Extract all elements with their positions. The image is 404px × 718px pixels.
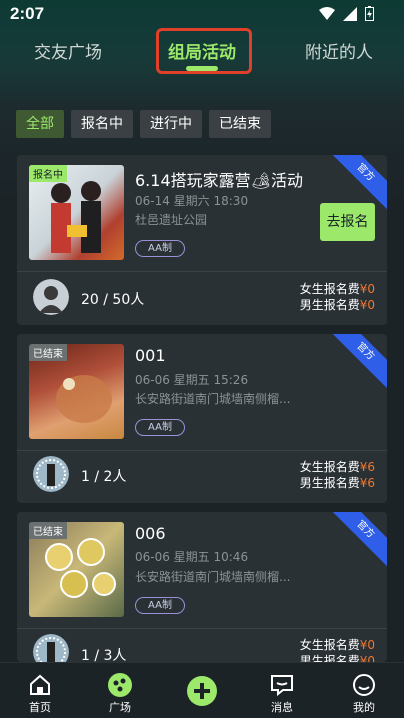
nav-messages[interactable]: 消息 (252, 671, 312, 715)
nav-messages-label: 消息 (271, 701, 293, 714)
status-badge: 已结束 (29, 522, 67, 539)
official-ribbon: 官方 (322, 512, 387, 573)
activity-thumbnail: 已结束 (29, 522, 124, 617)
nav-profile[interactable]: 我的 (334, 671, 394, 715)
status-badge: 报名中 (29, 165, 67, 182)
home-icon (30, 674, 50, 695)
wifi-icon (319, 6, 335, 20)
female-fee-label: 女生报名费 (299, 282, 360, 296)
male-fee-label: 男生报名费 (299, 654, 360, 662)
male-fee-label: 男生报名费 (299, 476, 360, 490)
activity-datetime: 06-06 星期五 15:26 (135, 373, 249, 387)
participant-count: 20 / 50人 (81, 292, 145, 308)
activity-location: 长安路街道南门城墙南侧榴... (135, 392, 291, 406)
filter-signing-up[interactable]: 报名中 (71, 110, 133, 138)
battery-icon (365, 6, 374, 21)
active-tab-underline (186, 66, 218, 71)
status-time: 2:07 (10, 4, 45, 23)
activity-location: 长安路街道南门城墙南侧榴... (135, 570, 291, 584)
card-divider (17, 628, 387, 629)
official-ribbon: 官方 (322, 334, 387, 395)
activity-card[interactable]: 已结束 官方 006 06-06 星期五 10:46 长安路街道南门城墙南侧榴.… (17, 512, 387, 662)
tab-nearby-people[interactable]: 附近的人 (305, 38, 373, 63)
filter-all[interactable]: 全部 (16, 110, 64, 138)
filter-in-progress[interactable]: 进行中 (140, 110, 202, 138)
nav-square-label: 广场 (109, 701, 131, 714)
avatar (33, 279, 69, 315)
participant-count: 1 / 3人 (81, 648, 127, 662)
nav-create[interactable] (172, 671, 232, 711)
avatar (33, 456, 69, 492)
signal-icon (343, 6, 357, 21)
activity-title: 6.14搭玩家露营🏕活动 (135, 171, 303, 190)
activity-thumbnail: 已结束 (29, 344, 124, 439)
activity-card[interactable]: 已结束 官方 001 06-06 星期五 15:26 长安路街道南门城墙南侧榴.… (17, 334, 387, 503)
activity-datetime: 06-14 星期六 18:30 (135, 194, 249, 208)
female-fee-value: ¥6 (359, 460, 375, 474)
female-fee-label: 女生报名费 (299, 638, 360, 652)
payment-tag: AA制 (135, 419, 185, 436)
male-fee-value: ¥0 (359, 654, 375, 662)
male-fee-value: ¥6 (359, 476, 375, 490)
card-divider (17, 450, 387, 451)
activity-location: 杜邑遗址公园 (135, 213, 208, 227)
nav-home-label: 首页 (29, 701, 51, 714)
tab-friends-square[interactable]: 交友广场 (34, 38, 102, 63)
status-badge: 已结束 (29, 344, 67, 361)
plus-icon (187, 676, 217, 706)
profile-icon (353, 674, 375, 696)
avatar (33, 634, 69, 662)
join-button[interactable]: 去报名 (320, 203, 375, 241)
card-divider (17, 271, 387, 272)
bottom-nav: 首页 广场 消息 我的 (0, 662, 404, 718)
nav-home[interactable]: 首页 (10, 671, 70, 715)
male-fee-label: 男生报名费 (299, 298, 360, 312)
fee-info: 女生报名费¥0 男生报名费¥0 (300, 637, 375, 662)
nav-profile-label: 我的 (353, 701, 375, 714)
activity-datetime: 06-06 星期五 10:46 (135, 550, 249, 564)
payment-tag: AA制 (135, 240, 185, 257)
fee-info: 女生报名费¥0 男生报名费¥0 (300, 281, 375, 313)
square-icon (108, 673, 132, 697)
female-fee-value: ¥0 (359, 282, 375, 296)
nav-square[interactable]: 广场 (90, 671, 150, 715)
activity-thumbnail: 报名中 (29, 165, 124, 260)
activity-card[interactable]: 报名中 官方 6.14搭玩家露营🏕活动 06-14 星期六 18:30 杜邑遗址… (17, 155, 387, 325)
fee-info: 女生报名费¥6 男生报名费¥6 (300, 459, 375, 491)
participant-count: 1 / 2人 (81, 469, 127, 485)
activity-title: 006 (135, 524, 166, 543)
payment-tag: AA制 (135, 597, 185, 614)
male-fee-value: ¥0 (359, 298, 375, 312)
female-fee-value: ¥0 (359, 638, 375, 652)
activity-title: 001 (135, 346, 166, 365)
status-bar: 2:07 (0, 0, 404, 28)
filter-ended[interactable]: 已结束 (209, 110, 271, 138)
female-fee-label: 女生报名费 (299, 460, 360, 474)
message-icon (271, 675, 293, 697)
filter-bar: 全部 报名中 进行中 已结束 (16, 110, 271, 138)
